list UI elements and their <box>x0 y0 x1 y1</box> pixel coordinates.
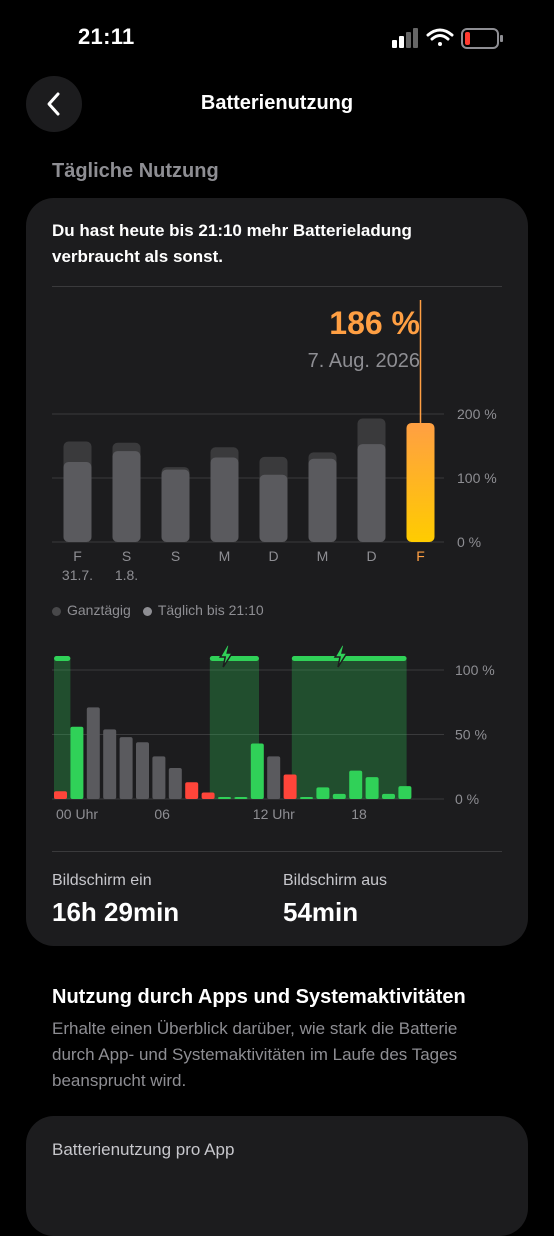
hour-bar <box>316 787 330 799</box>
hour-bar <box>185 782 199 799</box>
hour-bar <box>70 726 84 799</box>
charging-region <box>54 660 71 799</box>
hour-bar <box>119 737 133 799</box>
y-tick-label: 50 % <box>455 727 487 743</box>
charging-bar <box>291 656 407 661</box>
hour-bar <box>283 774 297 799</box>
hour-bar <box>86 707 100 799</box>
hour-bar <box>168 768 182 799</box>
screen-on-value: 16h 29min <box>52 897 180 927</box>
x-tick-label: 06 <box>154 806 170 822</box>
hour-bar <box>398 786 412 799</box>
y-tick-label: 0 % <box>455 791 479 807</box>
hour-bar <box>250 743 264 799</box>
hour-bar <box>332 793 346 799</box>
hour-bar <box>267 756 281 799</box>
hour-bar <box>152 756 166 799</box>
hour-bar <box>365 777 379 799</box>
x-tick-label: 18 <box>351 806 367 822</box>
divider <box>52 851 502 852</box>
hour-bar <box>103 729 117 799</box>
hour-bar <box>349 770 363 799</box>
hour-bar <box>54 791 67 799</box>
screen-off-label: Bildschirm aus <box>283 872 388 889</box>
per-app-card[interactable] <box>26 1116 528 1236</box>
hour-bar <box>136 742 149 799</box>
charging-bar <box>54 656 71 661</box>
x-tick-label: 00 Uhr <box>56 806 98 822</box>
charging-region <box>291 660 407 799</box>
hour-bar <box>218 797 231 799</box>
x-tick-label: 12 Uhr <box>253 806 295 822</box>
apps-section-title: Nutzung durch Apps und Systemaktivitäten <box>52 986 466 1008</box>
hour-bar <box>300 797 313 799</box>
per-app-title: Batterienutzung pro App <box>52 1140 235 1159</box>
apps-section-description: Erhalte einen Überblick darüber, wie sta… <box>52 1019 458 1090</box>
hour-bar <box>234 797 248 799</box>
screen-off-value: 54min <box>283 897 359 927</box>
screen-on-label: Bildschirm ein <box>52 872 152 889</box>
charging-bar <box>209 656 259 661</box>
y-tick-label: 100 % <box>455 662 495 678</box>
hour-bar <box>201 792 215 799</box>
hour-bar <box>382 793 395 799</box>
hourly-battery-chart[interactable]: 0 % 50 % 100 % 00 Uhr 06 12 Uhr 18 <box>0 0 554 840</box>
